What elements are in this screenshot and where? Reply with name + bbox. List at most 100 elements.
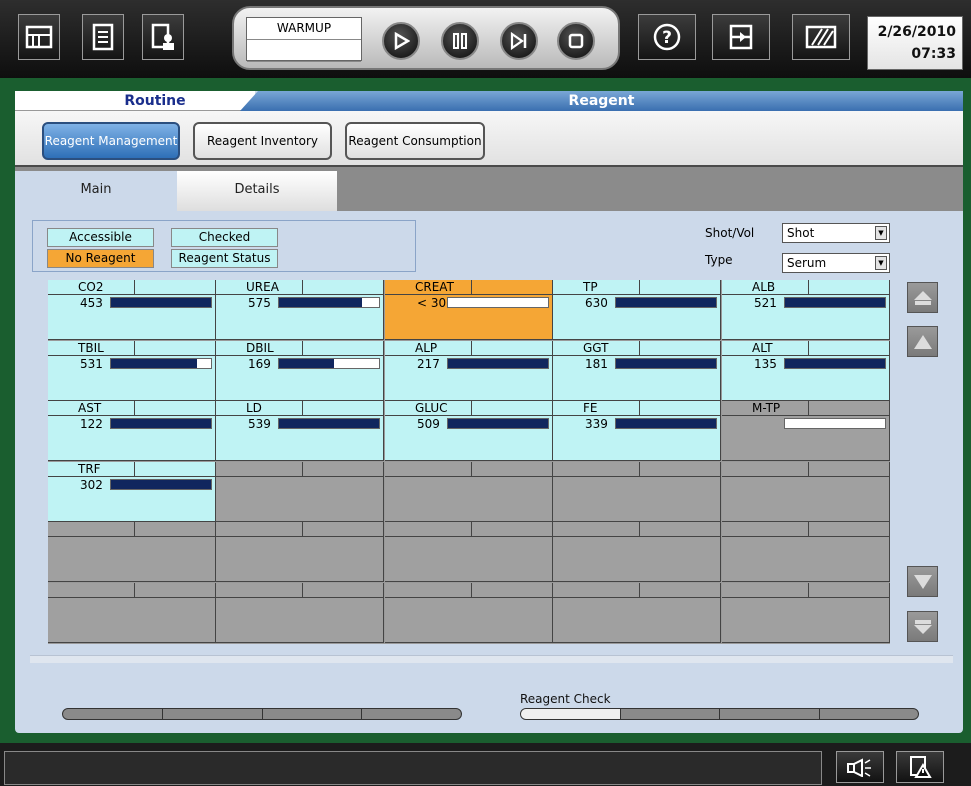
reagent-cell[interactable]: DBIL 169 [216, 341, 384, 401]
progress-segment [621, 709, 720, 719]
type-label: Type [705, 253, 733, 267]
subtab-reagent-inventory[interactable]: Reagent Inventory [193, 122, 332, 160]
empty-cell [48, 583, 216, 643]
type-select[interactable]: Serum ▼ [782, 253, 890, 273]
maintenance-icon[interactable] [792, 14, 850, 60]
stop-icon[interactable] [557, 22, 595, 60]
layout-icon[interactable] [18, 14, 60, 60]
reagent-level-bar [784, 358, 886, 369]
cell-header [48, 462, 215, 477]
reagent-grid: CO2 453 UREA 575 CREAT < 30 TP 630 ALB 521 TBIL 531… [48, 280, 890, 644]
reagent-cell[interactable]: CO2 453 [48, 280, 216, 340]
reagent-cell[interactable]: CREAT < 30 [385, 280, 553, 340]
cell-header [48, 280, 215, 295]
scroll-down-icon[interactable] [907, 566, 938, 597]
step-icon[interactable] [500, 22, 538, 60]
reagent-cell[interactable]: ALT 135 [722, 341, 890, 401]
shot-vol-select[interactable]: Shot ▼ [782, 223, 890, 243]
reagent-cell[interactable]: TBIL 531 [48, 341, 216, 401]
svg-text:?: ? [662, 28, 672, 48]
pause-icon[interactable] [441, 22, 479, 60]
start-icon[interactable] [382, 22, 420, 60]
alarm-horn-icon[interactable] [836, 751, 884, 783]
scroll-up-icon[interactable] [907, 326, 938, 357]
reagent-level-fill [448, 419, 548, 428]
empty-cell [216, 522, 384, 582]
empty-cell [553, 522, 721, 582]
empty-cell [722, 522, 890, 582]
reagent-level-bar [784, 418, 886, 429]
status-box: WARMUP [246, 17, 362, 62]
tab-main[interactable]: Main [15, 171, 177, 211]
legend-checked: Checked [171, 228, 278, 247]
reagent-count: 531 [80, 357, 103, 371]
reagent-level-fill [616, 298, 716, 307]
tab-details[interactable]: Details [177, 171, 337, 211]
empty-cell [385, 522, 553, 582]
empty-cell [216, 583, 384, 643]
reagent-name: UREA [246, 280, 279, 294]
cell-header [385, 280, 552, 295]
reagent-level-bar [110, 297, 212, 308]
reagent-level-fill [785, 359, 885, 368]
reagent-count: 302 [80, 478, 103, 492]
reagent-name: TP [583, 280, 598, 294]
progress-bar-left [62, 708, 462, 720]
reagent-name: M-TP [752, 401, 781, 415]
reagent-check-label: Reagent Check [520, 692, 611, 706]
reagent-cell[interactable]: LD 539 [216, 401, 384, 461]
reagent-cell[interactable]: ALP 217 [385, 341, 553, 401]
progress-segment [720, 709, 820, 719]
reagent-cell[interactable]: GLUC 509 [385, 401, 553, 461]
cell-header [553, 280, 720, 295]
time-text: 07:33 [911, 46, 956, 62]
shot-vol-value: Shot [787, 226, 815, 240]
warning-log-icon[interactable] [896, 751, 944, 783]
subtab-reagent-management[interactable]: Reagent Management [42, 122, 180, 160]
reagent-cell[interactable]: FE 339 [553, 401, 721, 461]
cell-header [553, 401, 720, 416]
reagent-level-fill [448, 359, 548, 368]
reagent-level-fill [279, 298, 362, 307]
empty-cell [216, 462, 384, 522]
cell-header [216, 341, 383, 356]
reagent-count: 453 [80, 296, 103, 310]
reagent-count: 217 [417, 357, 440, 371]
cell-header [48, 583, 215, 598]
reagent-level-bar [784, 297, 886, 308]
reagent-cell[interactable]: GGT 181 [553, 341, 721, 401]
cell-header [385, 583, 552, 598]
reagent-cell[interactable]: M-TP [722, 401, 890, 461]
empty-cell [722, 462, 890, 522]
scroll-bottom-icon[interactable] [907, 611, 938, 642]
cell-header [48, 341, 215, 356]
reagent-level-bar [278, 297, 380, 308]
date-text: 2/26/2010 [877, 24, 956, 40]
section-title-routine[interactable]: Routine [15, 91, 255, 111]
reagent-name: TRF [78, 462, 101, 476]
cell-header [216, 583, 383, 598]
reagent-count: < 30 [417, 296, 447, 310]
reagent-level-bar [278, 418, 380, 429]
subtab-reagent-consumption[interactable]: Reagent Consumption [345, 122, 485, 160]
reagent-level-bar [615, 358, 717, 369]
patient-document-icon[interactable] [142, 14, 184, 60]
cell-header [216, 280, 383, 295]
logout-icon[interactable] [712, 14, 770, 60]
chevron-down-icon: ▼ [875, 256, 887, 270]
list-icon[interactable] [82, 14, 124, 60]
reagent-cell[interactable]: TRF 302 [48, 462, 216, 522]
scroll-top-icon[interactable] [907, 282, 938, 313]
reagent-name: GLUC [415, 401, 448, 415]
reagent-cell[interactable]: AST 122 [48, 401, 216, 461]
help-icon[interactable]: ? [638, 14, 696, 60]
reagent-cell[interactable]: UREA 575 [216, 280, 384, 340]
status-sub [247, 40, 361, 62]
reagent-cell[interactable]: TP 630 [553, 280, 721, 340]
reagent-level-fill [785, 298, 885, 307]
reagent-cell[interactable]: ALB 521 [722, 280, 890, 340]
reagent-level-fill [111, 480, 211, 489]
cell-header [722, 522, 889, 537]
type-value: Serum [787, 256, 827, 270]
reagent-count: 339 [585, 417, 608, 431]
